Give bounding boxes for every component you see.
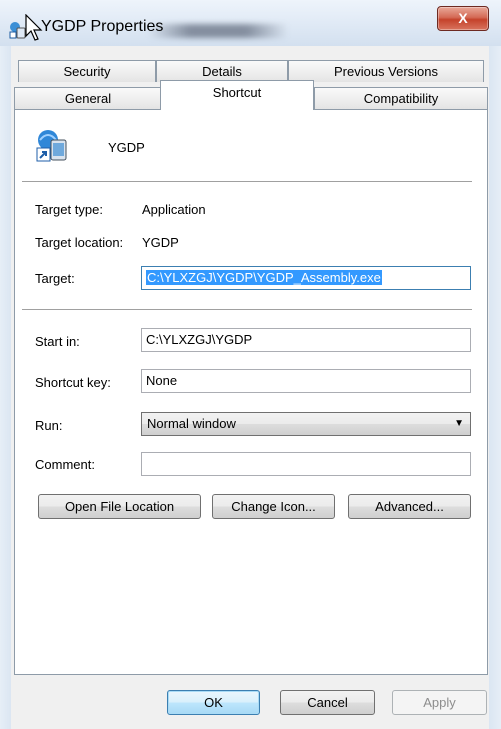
run-dropdown[interactable]: Normal window ▼: [141, 412, 471, 436]
tab-shortcut-label: Shortcut: [212, 85, 262, 100]
start-in-field-value: C:\YLXZGJ\YGDP: [146, 332, 253, 347]
tab-previous-versions[interactable]: Previous Versions: [288, 60, 484, 82]
window-frame-left: [0, 46, 11, 729]
change-icon-label: Change Icon...: [231, 499, 316, 514]
start-in-field[interactable]: C:\YLXZGJ\YGDP: [141, 328, 471, 352]
separator-middle: [22, 309, 472, 310]
shortcut-name: YGDP: [108, 140, 145, 155]
start-in-label: Start in:: [35, 334, 80, 349]
shortcut-key-label: Shortcut key:: [35, 375, 111, 390]
shortcut-key-field-value: None: [146, 373, 178, 388]
apply-button[interactable]: Apply: [392, 690, 487, 715]
cancel-label: Cancel: [307, 695, 348, 710]
tab-security-label: Security: [63, 64, 111, 79]
advanced-button[interactable]: Advanced...: [348, 494, 471, 519]
tab-shortcut[interactable]: Shortcut: [160, 80, 314, 110]
window-title: YGDP Properties: [41, 18, 164, 35]
comment-field[interactable]: [141, 452, 471, 476]
open-file-location-button[interactable]: Open File Location: [38, 494, 201, 519]
window-frame-right: [489, 46, 501, 729]
run-dropdown-value: Normal window: [147, 416, 236, 431]
advanced-label: Advanced...: [375, 499, 444, 514]
tab-details-label: Details: [202, 64, 242, 79]
ok-button[interactable]: OK: [167, 690, 260, 715]
tab-general-label: General: [64, 91, 112, 106]
cancel-button[interactable]: Cancel: [280, 690, 375, 715]
comment-label: Comment:: [35, 457, 95, 472]
shortcut-app-icon: [36, 130, 67, 162]
tab-compatibility-label: Compatibility: [363, 91, 439, 106]
apply-label: Apply: [423, 695, 456, 710]
title-bar-blur: [148, 24, 288, 38]
target-label: Target:: [35, 271, 75, 286]
close-button[interactable]: X: [437, 6, 489, 31]
open-file-location-label: Open File Location: [64, 499, 175, 514]
dropdown-arrow-icon: ▼: [454, 418, 464, 429]
target-location-label: Target location:: [35, 235, 124, 250]
separator-top: [22, 181, 472, 182]
title-bar[interactable]: YGDP Properties X: [0, 0, 501, 46]
tab-compatibility[interactable]: Compatibility: [314, 87, 488, 109]
change-icon-button[interactable]: Change Icon...: [212, 494, 335, 519]
tab-details[interactable]: Details: [156, 60, 288, 82]
tab-security[interactable]: Security: [18, 60, 156, 82]
shortcut-key-field[interactable]: None: [141, 369, 471, 393]
close-icon: X: [458, 10, 468, 26]
tab-general[interactable]: General: [14, 87, 162, 109]
ok-label: OK: [204, 695, 223, 710]
run-label: Run:: [35, 418, 63, 433]
target-type-value: Application: [142, 202, 206, 217]
tab-previous-versions-label: Previous Versions: [333, 64, 439, 79]
target-field-value: C:\YLXZGJ\YGDP\YGDP_Assembly.exe: [146, 270, 382, 285]
target-field[interactable]: C:\YLXZGJ\YGDP\YGDP_Assembly.exe: [141, 266, 471, 290]
target-location-value: YGDP: [142, 235, 179, 250]
target-type-label: Target type:: [35, 202, 103, 217]
